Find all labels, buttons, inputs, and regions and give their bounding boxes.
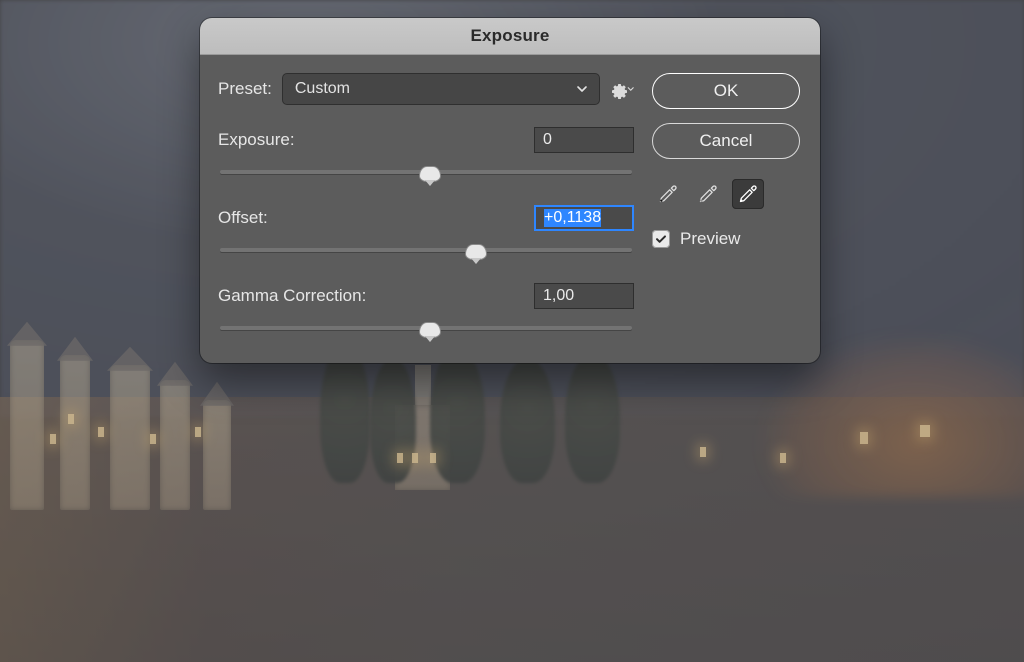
eyedropper-white-button[interactable] — [732, 179, 764, 209]
dialog-title: Exposure — [200, 18, 820, 55]
preview-checkbox[interactable] — [652, 230, 670, 248]
cancel-button-label: Cancel — [700, 131, 753, 151]
cancel-button[interactable]: Cancel — [652, 123, 800, 159]
exposure-slider-thumb[interactable] — [419, 166, 441, 182]
exposure-input[interactable] — [534, 127, 634, 153]
exposure-label: Exposure: — [218, 130, 295, 150]
gamma-input[interactable] — [534, 283, 634, 309]
eyedropper-gray-button[interactable] — [692, 179, 724, 209]
exposure-dialog: Exposure Preset: Custom — [200, 18, 820, 363]
preview-row: Preview — [652, 229, 800, 249]
ok-button-label: OK — [714, 81, 739, 101]
gamma-slider[interactable] — [218, 319, 634, 339]
dialog-title-text: Exposure — [470, 26, 549, 46]
offset-slider-thumb[interactable] — [465, 244, 487, 260]
ok-button[interactable]: OK — [652, 73, 800, 109]
offset-input[interactable] — [534, 205, 634, 231]
preset-row: Preset: Custom — [218, 73, 634, 105]
exposure-slider[interactable] — [218, 163, 634, 183]
exposure-param: Exposure: — [218, 127, 634, 183]
preset-select[interactable]: Custom — [282, 73, 600, 105]
preset-settings-button[interactable] — [610, 77, 634, 101]
preset-label: Preset: — [218, 79, 272, 99]
eyedropper-group — [652, 179, 800, 209]
chevron-down-icon — [575, 82, 589, 96]
preview-label: Preview — [680, 229, 740, 249]
gamma-slider-thumb[interactable] — [419, 322, 441, 338]
gamma-param: Gamma Correction: — [218, 283, 634, 339]
offset-param: Offset: — [218, 205, 634, 261]
gamma-label: Gamma Correction: — [218, 286, 366, 306]
preset-value: Custom — [295, 80, 350, 98]
offset-label: Offset: — [218, 208, 268, 228]
offset-slider[interactable] — [218, 241, 634, 261]
eyedropper-black-button[interactable] — [652, 179, 684, 209]
